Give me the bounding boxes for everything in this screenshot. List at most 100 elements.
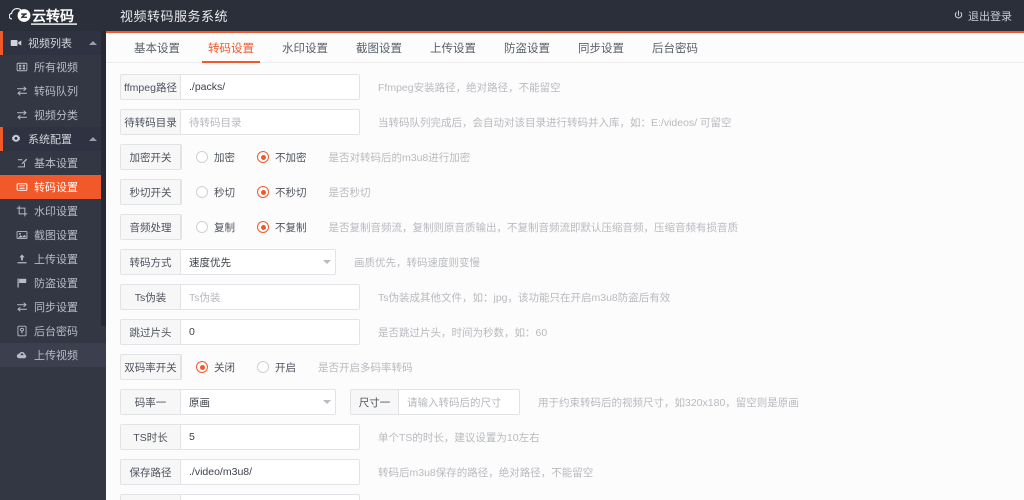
m3u8-suffix-control[interactable]: M3U8后缀 [年]/[月]/[日]/[md5]/index.m3u8: [120, 494, 360, 500]
sidebar-item-antitheft-settings[interactable]: 防盗设置: [0, 271, 106, 295]
ts-duration-input[interactable]: 5: [181, 425, 359, 449]
radio-dual-off[interactable]: 关闭: [196, 360, 235, 375]
bitrate-one-select[interactable]: 原画: [181, 390, 335, 414]
radio-icon: [196, 221, 208, 233]
sidebar-item-watermark-settings[interactable]: 水印设置: [0, 199, 106, 223]
radio-secondcut-off[interactable]: 不秒切: [257, 185, 307, 200]
selected-value: 速度优先: [189, 256, 231, 269]
field-label: M3U8后缀: [121, 495, 181, 500]
tab-screenshot-settings[interactable]: 截图设置: [342, 33, 416, 62]
radio-icon: [196, 186, 208, 198]
field-hint: 转码后m3u8保存的路径，绝对路径，不能留空: [378, 466, 594, 479]
field-hint: 是否对转码后的m3u8进行加密: [328, 151, 471, 164]
field-hint: 是否跳过片头，时间为秒数，如：60: [378, 326, 548, 339]
sidebar-item-label: 转码队列: [34, 86, 78, 98]
sidebar-item-all-videos[interactable]: 所有视频: [0, 55, 106, 79]
tab-sync-settings[interactable]: 同步设置: [564, 33, 638, 62]
save-path-input[interactable]: ./video/m3u8/: [181, 460, 359, 484]
ts-disguise-input[interactable]: Ts伪装: [181, 285, 359, 309]
audio-radio-group: 复制 不复制: [182, 214, 329, 240]
ffmpeg-path-input[interactable]: ./packs/: [181, 75, 359, 99]
radio-icon-selected: [257, 151, 269, 163]
bitrate-one-control[interactable]: 码率一 原画: [120, 389, 336, 415]
save-path-control[interactable]: 保存路径 ./video/m3u8/: [120, 459, 360, 485]
field-hint: 是否复制音频流，复制则原音质输出，不复制音频流即默认压缩音频，压缩音频有损音质: [328, 221, 739, 234]
brand-logo[interactable]: 云转码: [0, 0, 106, 31]
secondcut-radio-group: 秒切 不秒切: [182, 179, 329, 205]
transcode-mode-control[interactable]: 转码方式 速度优先: [120, 249, 336, 275]
selected-value: 原画: [189, 396, 210, 409]
field-label: 跳过片头: [121, 320, 181, 344]
radio-label: 不加密: [275, 151, 307, 164]
sidebar-group-system-config[interactable]: 系统配置: [0, 127, 106, 151]
field-hint: Ts伪装成其他文件，如：jpg，该功能只在开启m3u8防盗后有效: [378, 291, 671, 304]
sidebar-item-label: 视频分类: [34, 110, 78, 122]
logout-label: 退出登录: [968, 10, 1012, 23]
sidebar-item-video-category[interactable]: 视频分类: [0, 103, 106, 127]
tab-label: 后台密码: [652, 42, 698, 55]
tab-label: 转码设置: [208, 42, 254, 55]
form-row-ffmpeg-path: ffmpeg路径 ./packs/ Ffmpeg安装路径，绝对路径，不能留空: [120, 73, 1024, 101]
ts-duration-control[interactable]: TS时长 5: [120, 424, 360, 450]
field-hint: 画质优先，转码速度则变慢: [354, 256, 480, 269]
radio-secondcut-on[interactable]: 秒切: [196, 185, 235, 200]
transcode-mode-select[interactable]: 速度优先: [181, 250, 335, 274]
form-row-secondcut-switch: 秒切开关 秒切 不秒切 是否秒切: [120, 178, 1024, 206]
sidebar-item-label: 所有视频: [34, 62, 78, 74]
field-label: 转码方式: [121, 250, 181, 274]
top-header: 云转码 视频转码服务系统 退出登录: [0, 0, 1024, 31]
active-indicator: [0, 31, 3, 55]
sidebar-item-basic-settings[interactable]: 基本设置: [0, 151, 106, 175]
page-title: 视频转码服务系统: [120, 9, 229, 24]
skip-intro-input[interactable]: 0: [181, 320, 359, 344]
sidebar-item-sync-settings[interactable]: 同步设置: [0, 295, 106, 319]
radio-label: 秒切: [214, 186, 235, 199]
sidebar-item-upload-video[interactable]: 上传视频: [0, 343, 106, 367]
tab-watermark-settings[interactable]: 水印设置: [268, 33, 342, 62]
ts-disguise-control[interactable]: Ts伪装 Ts伪装: [120, 284, 360, 310]
radio-icon: [257, 361, 269, 373]
sidebar-item-transcode-settings[interactable]: 转码设置: [0, 175, 106, 199]
cloud-logo-icon: 云转码: [9, 8, 77, 25]
radio-icon-selected: [257, 221, 269, 233]
form-row-ts-disguise: Ts伪装 Ts伪装 Ts伪装成其他文件，如：jpg，该功能只在开启m3u8防盗后…: [120, 283, 1024, 311]
tab-label: 水印设置: [282, 42, 328, 55]
exchange-icon: [17, 86, 27, 96]
radio-encrypt-off[interactable]: 不加密: [257, 150, 307, 165]
tab-basic-settings[interactable]: 基本设置: [120, 33, 194, 62]
sidebar-item-admin-password[interactable]: 后台密码: [0, 319, 106, 343]
sidebar-item-transcode-queue[interactable]: 转码队列: [0, 79, 106, 103]
tab-transcode-settings[interactable]: 转码设置: [194, 33, 268, 63]
field-label: 双码率开关: [121, 355, 181, 379]
sidebar-group-video-list[interactable]: 视频列表: [0, 31, 106, 55]
radio-label: 关闭: [214, 361, 235, 374]
tab-antitheft-settings[interactable]: 防盗设置: [490, 33, 564, 62]
radio-audio-copy[interactable]: 复制: [196, 220, 235, 235]
m3u8-suffix-input[interactable]: [年]/[月]/[日]/[md5]/index.m3u8: [181, 495, 359, 500]
size-one-input[interactable]: 请输入转码后的尺寸: [399, 390, 519, 414]
content-area: 基本设置 转码设置 水印设置 截图设置 上传设置 防盗设置 同步设置 后台密码 …: [106, 31, 1024, 500]
field-label: 加密开关: [121, 145, 181, 169]
field-label: 音频处理: [121, 215, 181, 239]
logout-button[interactable]: 退出登录: [953, 8, 1024, 24]
tab-label: 上传设置: [430, 42, 476, 55]
sidebar-item-upload-settings[interactable]: 上传设置: [0, 247, 106, 271]
encrypt-switch-control: 加密开关: [120, 144, 182, 170]
skip-intro-control[interactable]: 跳过片头 0: [120, 319, 360, 345]
field-label: ffmpeg路径: [121, 75, 181, 99]
pending-dir-control[interactable]: 待转码目录 待转码目录: [120, 109, 360, 135]
radio-audio-nocopy[interactable]: 不复制: [257, 220, 307, 235]
ffmpeg-path-control[interactable]: ffmpeg路径 ./packs/: [120, 74, 360, 100]
radio-encrypt-on[interactable]: 加密: [196, 150, 235, 165]
tab-admin-password[interactable]: 后台密码: [638, 33, 712, 62]
size-one-control[interactable]: 尺寸一 请输入转码后的尺寸: [350, 389, 520, 415]
chevron-up-icon: [89, 41, 97, 45]
sidebar-item-screenshot-settings[interactable]: 截图设置: [0, 223, 106, 247]
tab-label: 防盗设置: [504, 42, 550, 55]
cloud-upload-icon: [16, 352, 27, 359]
pending-dir-input[interactable]: 待转码目录: [181, 110, 359, 134]
field-hint: 当转码队列完成后，会自动对该目录进行转码并入库，如：E:/videos/ 可留空: [378, 116, 732, 129]
radio-dual-on[interactable]: 开启: [257, 360, 296, 375]
radio-icon-selected: [196, 361, 208, 373]
tab-upload-settings[interactable]: 上传设置: [416, 33, 490, 62]
